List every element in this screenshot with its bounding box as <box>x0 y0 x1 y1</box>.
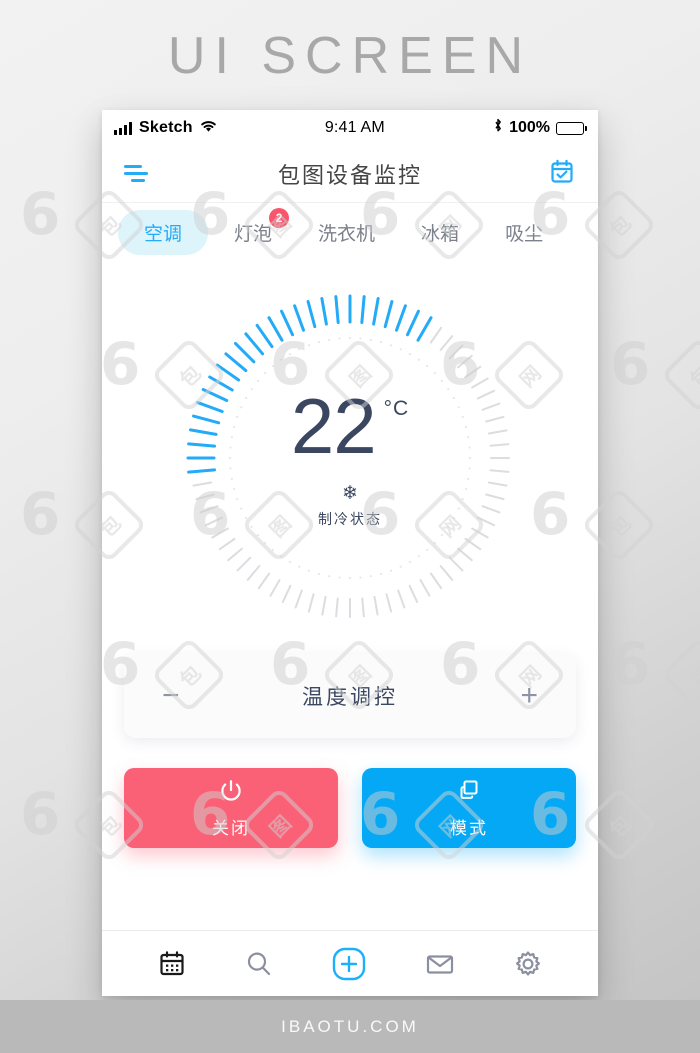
app-header: 包图设备监控 <box>102 146 598 202</box>
snowflake-icon: ❄ <box>342 483 358 505</box>
bottom-navigation <box>102 930 598 996</box>
decrease-temperature-button[interactable]: − <box>162 681 180 711</box>
carrier-label: Sketch <box>139 119 193 136</box>
bluetooth-icon <box>493 118 503 138</box>
increase-temperature-button[interactable]: + <box>520 681 538 711</box>
tab-label: 冰箱 <box>421 224 460 245</box>
status-bar-time: 9:41 AM <box>324 119 385 136</box>
phone-frame: Sketch 9:41 AM 100% 包图设备监控 空调 灯泡 2 洗衣机 冰… <box>102 110 598 996</box>
page-title: UI SCREEN <box>167 27 533 85</box>
temperature-value: 22 <box>290 381 377 470</box>
battery-percent: 100% <box>509 119 550 136</box>
status-bar: Sketch 9:41 AM 100% <box>102 110 598 146</box>
status-bar-left: Sketch <box>114 118 217 138</box>
layers-copy-icon <box>456 778 482 809</box>
calendar-check-icon[interactable] <box>548 158 576 191</box>
watermark-logo: 6 <box>20 780 61 848</box>
calendar-icon[interactable] <box>157 949 187 979</box>
tab-light-bulb[interactable]: 灯泡 2 <box>214 208 292 255</box>
search-icon[interactable] <box>244 949 274 979</box>
tab-label: 洗衣机 <box>318 224 376 245</box>
wifi-icon <box>200 118 217 138</box>
footer-label: IBAOTU.COM <box>281 1016 419 1036</box>
settings-gear-icon[interactable] <box>513 949 543 979</box>
watermark-logo: 6 <box>610 330 651 398</box>
temperature-row: 22 °C <box>290 381 410 470</box>
dial-mode-label: 制冷状态 <box>318 511 382 528</box>
battery-full-icon <box>556 121 587 135</box>
plus-circle-icon[interactable] <box>331 946 367 982</box>
watermark-logo: 6 <box>20 180 61 248</box>
menu-lines-icon[interactable] <box>124 165 150 183</box>
temperature-unit: °C <box>383 396 410 420</box>
tab-label: 吸尘 <box>505 224 544 245</box>
mode-label: 模式 <box>450 818 488 838</box>
power-icon <box>218 778 244 809</box>
watermark-box: 包 <box>660 636 700 714</box>
tab-label: 灯泡 <box>234 224 273 245</box>
watermark-logo: 6 <box>610 630 651 698</box>
status-bar-right: 100% <box>493 118 587 138</box>
app-title: 包图设备监控 <box>277 163 422 188</box>
footer-band: IBAOTU.COM <box>0 1000 700 1053</box>
device-tabs[interactable]: 空调 灯泡 2 洗衣机 冰箱 吸尘 <box>102 202 598 262</box>
tab-air-conditioner[interactable]: 空调 <box>118 210 209 255</box>
dial-readout: 22 °C ❄ 制冷状态 <box>180 288 520 628</box>
action-buttons: 关闭 模式 <box>102 738 598 848</box>
tab-refrigerator[interactable]: 冰箱 <box>401 210 479 255</box>
temperature-dial[interactable]: 22 °C ❄ 制冷状态 <box>180 288 520 628</box>
temperature-dial-section: 22 °C ❄ 制冷状态 <box>102 262 598 654</box>
temperature-control-title: 温度调控 <box>302 686 398 709</box>
tab-label: 空调 <box>144 224 183 245</box>
mail-icon[interactable] <box>424 949 456 979</box>
signal-bars-icon <box>114 121 132 135</box>
tab-vacuum[interactable]: 吸尘 <box>485 210 563 255</box>
power-off-label: 关闭 <box>212 818 250 838</box>
power-off-button[interactable]: 关闭 <box>124 768 338 848</box>
watermark-logo: 6 <box>20 480 61 548</box>
tab-washing-machine[interactable]: 洗衣机 <box>298 210 395 255</box>
watermark-box: 包 <box>660 336 700 414</box>
mode-button[interactable]: 模式 <box>362 768 576 848</box>
tab-badge: 2 <box>269 208 290 228</box>
temperature-control-card: − 温度调控 + <box>124 654 576 738</box>
